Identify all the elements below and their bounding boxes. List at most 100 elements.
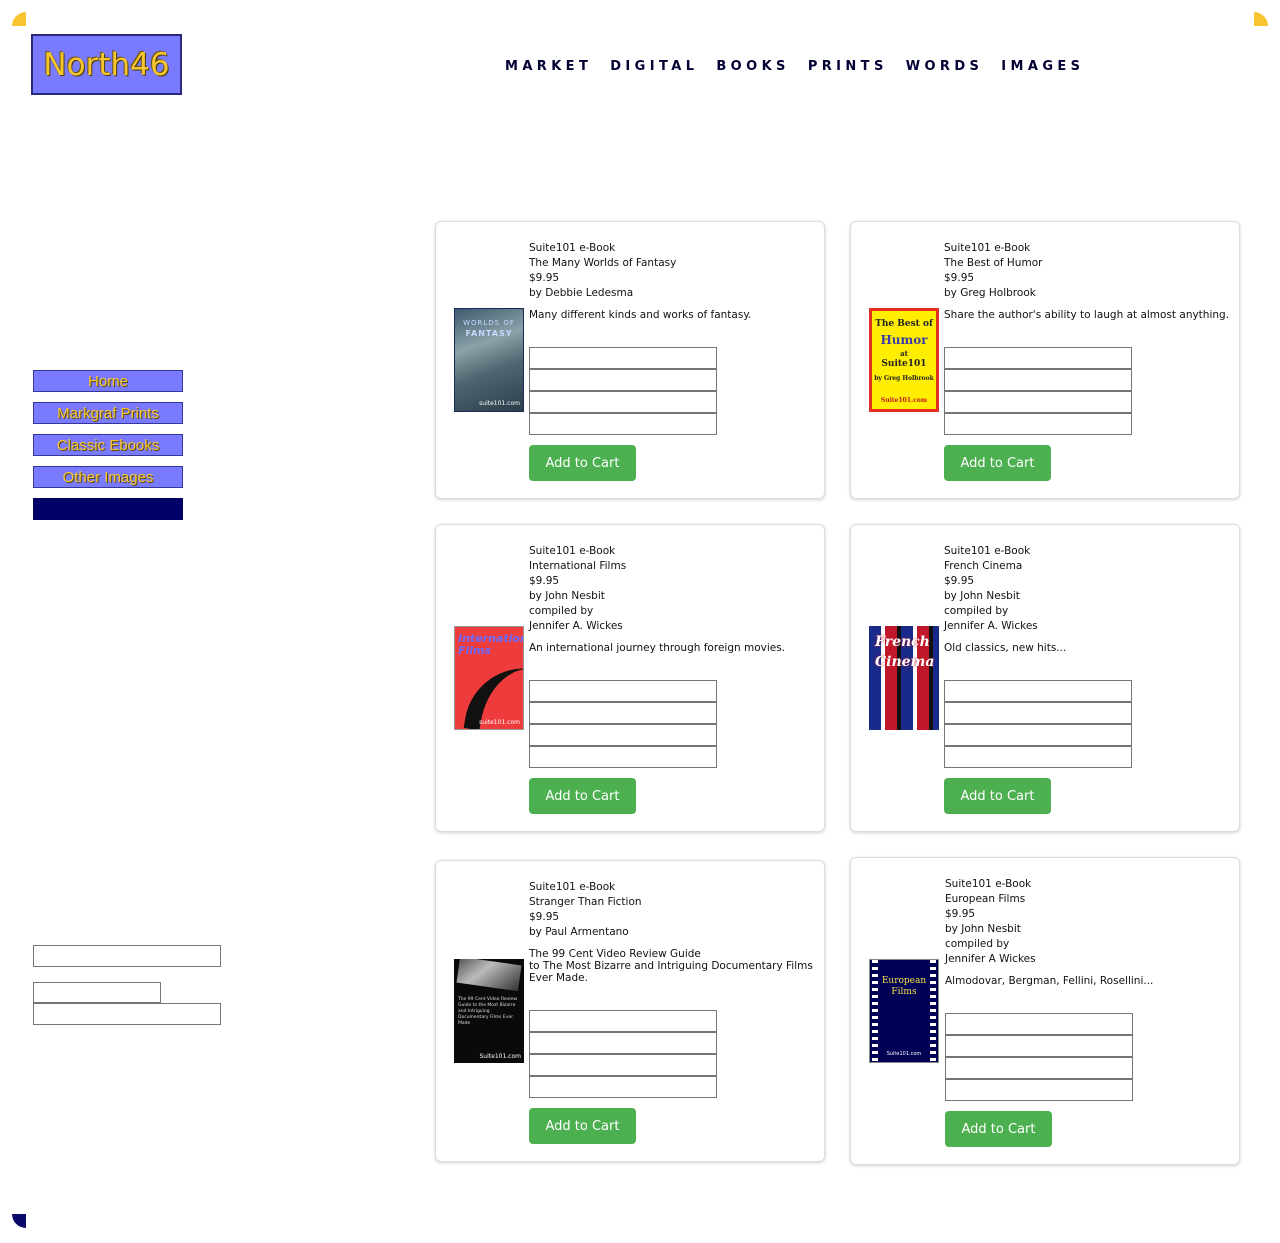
add-to-cart-button[interactable]: Add to Cart [944, 778, 1051, 814]
product-card-international-films: InternationalFilms suite101.com Suite101… [435, 524, 825, 832]
side-nav-home[interactable]: Home [33, 370, 183, 392]
top-nav: MARKET DIGITAL BOOKS PRINTS WORDS IMAGES [505, 59, 1084, 74]
option-field[interactable] [529, 347, 717, 369]
product-info: Suite101 e-Book European Films $9.95 by … [945, 877, 1153, 987]
option-field[interactable] [945, 1057, 1133, 1079]
nav-link-prints[interactable]: PRINTS [808, 59, 888, 74]
product-price: $9.95 [529, 272, 560, 284]
corner-ornament-top-left [12, 12, 26, 26]
side-nav-bar [33, 498, 183, 520]
option-field[interactable] [529, 369, 717, 391]
option-field[interactable] [944, 724, 1132, 746]
option-field[interactable] [944, 680, 1132, 702]
sidebar-input-3[interactable] [33, 1003, 221, 1025]
corner-ornament-top-right [1254, 12, 1268, 26]
option-field[interactable] [529, 413, 717, 435]
product-title: Stranger Than Fiction [529, 896, 642, 908]
product-type: Suite101 e-Book [529, 545, 616, 557]
option-field[interactable] [944, 391, 1132, 413]
product-price: $9.95 [529, 911, 560, 923]
product-price: $9.95 [944, 575, 975, 587]
product-author: by Paul Armentano [529, 926, 629, 938]
product-card-humor: The Best of Humor at Suite101 by Greg Ho… [850, 221, 1240, 499]
product-title: European Films [945, 893, 1026, 905]
option-field[interactable] [944, 702, 1132, 724]
book-cover-image[interactable]: The Best of Humor at Suite101 by Greg Ho… [869, 308, 939, 412]
product-compiler-label: compiled by [944, 605, 1009, 617]
site-logo[interactable]: North46 [31, 34, 182, 95]
product-compiler-label: compiled by [529, 605, 594, 617]
cover-text: WORLDS OF [463, 319, 515, 327]
product-info: Suite101 e-Book The Best of Humor $9.95 … [944, 241, 1229, 321]
book-cover-image[interactable]: French Cinema [869, 626, 939, 730]
cover-text: by Greg Holbrook [874, 375, 934, 382]
option-field[interactable] [529, 1054, 717, 1076]
book-cover-image[interactable]: The 99 Cent Video Review Guide to the Mo… [454, 959, 524, 1063]
nav-link-books[interactable]: BOOKS [716, 59, 789, 74]
product-info: Suite101 e-Book French Cinema $9.95 by J… [944, 544, 1066, 654]
add-to-cart-button[interactable]: Add to Cart [529, 1108, 636, 1144]
option-fields [529, 680, 824, 768]
option-field[interactable] [945, 1079, 1133, 1101]
option-field[interactable] [944, 347, 1132, 369]
nav-link-words[interactable]: WORDS [906, 59, 984, 74]
option-field[interactable] [529, 724, 717, 746]
cover-text: Suite101.com [479, 1053, 522, 1060]
product-author: by John Nesbit [944, 590, 1020, 602]
product-info: Suite101 e-Book Stranger Than Fiction $9… [529, 880, 813, 984]
add-to-cart-button[interactable]: Add to Cart [944, 445, 1051, 481]
cover-text: The Best of [875, 319, 933, 329]
product-title: The Best of Humor [944, 257, 1043, 269]
cover-text: at [900, 349, 908, 358]
option-field[interactable] [944, 369, 1132, 391]
product-price: $9.95 [944, 272, 975, 284]
cover-text: Humor [880, 333, 928, 347]
product-price: $9.95 [945, 908, 976, 920]
option-field[interactable] [944, 746, 1132, 768]
cover-text: InternationalFilms [458, 632, 523, 657]
option-fields [945, 1013, 1239, 1101]
cover-text: French Cinema [875, 634, 935, 670]
product-type: Suite101 e-Book [944, 242, 1031, 254]
option-field[interactable] [529, 746, 717, 768]
option-field[interactable] [529, 1010, 717, 1032]
product-author: by Debbie Ledesma [529, 287, 634, 299]
option-field[interactable] [945, 1013, 1133, 1035]
option-fields [529, 1010, 824, 1098]
product-compiler: Jennifer A. Wickes [529, 620, 623, 632]
side-nav-other-images[interactable]: Other Images [33, 466, 183, 488]
option-fields [944, 680, 1239, 768]
option-field[interactable] [529, 680, 717, 702]
sidebar-input-1[interactable] [33, 945, 221, 967]
cover-text: Suite101 [881, 359, 927, 369]
product-description: Share the author's ability to laugh at a… [944, 309, 1230, 321]
nav-link-images[interactable]: IMAGES [1001, 59, 1084, 74]
product-title: French Cinema [944, 560, 1023, 572]
book-cover-image[interactable]: InternationalFilms suite101.com [454, 626, 524, 730]
add-to-cart-button[interactable]: Add to Cart [529, 778, 636, 814]
option-field[interactable] [529, 1076, 717, 1098]
product-type: Suite101 e-Book [944, 545, 1031, 557]
book-cover-image[interactable]: WORLDS OF FANTASY suite101.com [454, 308, 524, 412]
add-to-cart-button[interactable]: Add to Cart [529, 445, 636, 481]
side-nav-markgraf-prints[interactable]: Markgraf Prints [33, 402, 183, 424]
option-field[interactable] [529, 1032, 717, 1054]
option-field[interactable] [529, 391, 717, 413]
book-cover-image[interactable]: European Films Suite101.com [869, 959, 939, 1063]
option-field[interactable] [945, 1035, 1133, 1057]
option-field[interactable] [944, 413, 1132, 435]
side-nav-classic-ebooks[interactable]: Classic Ebooks [33, 434, 183, 456]
product-compiler-label: compiled by [945, 938, 1010, 950]
nav-link-digital[interactable]: DIGITAL [610, 59, 698, 74]
product-card-french-cinema: French Cinema Suite101 e-Book French Cine… [850, 524, 1240, 832]
sidebar-input-2[interactable] [33, 982, 161, 1003]
add-to-cart-button[interactable]: Add to Cart [945, 1111, 1052, 1147]
cover-text: Suite101.com [880, 397, 928, 404]
option-field[interactable] [529, 702, 717, 724]
cover-text: suite101.com [479, 400, 520, 407]
nav-link-market[interactable]: MARKET [505, 59, 592, 74]
cover-text: suite101.com [479, 719, 520, 726]
cover-text: European Films [881, 976, 927, 997]
option-fields [944, 347, 1239, 435]
product-author: by John Nesbit [945, 923, 1021, 935]
